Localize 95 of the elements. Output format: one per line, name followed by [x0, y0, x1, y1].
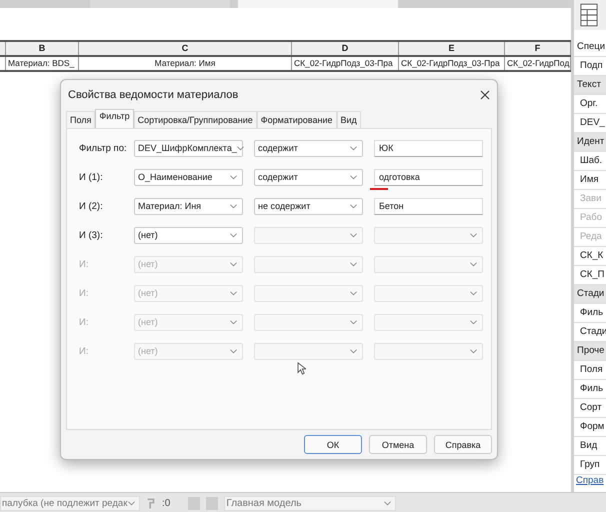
table-cell: СК_02-ГидрПодз_03-Пра [399, 57, 505, 70]
model-dropdown[interactable]: Главная модель [224, 496, 396, 510]
field-dropdown[interactable]: О_Наименование [134, 168, 243, 186]
condition-dropdown[interactable]: не содержит [254, 198, 363, 214]
field-dropdown[interactable]: Материал: Иня [134, 198, 243, 214]
condition-dropdown[interactable] [254, 314, 363, 330]
property-label: Шаб. [574, 152, 606, 171]
filter-label: И (3): [79, 230, 104, 240]
caret-icon [350, 290, 357, 296]
caret-icon [350, 174, 357, 180]
caret-icon [470, 262, 477, 266]
caret-icon [230, 204, 237, 208]
condition-dropdown[interactable] [254, 226, 363, 244]
caret-icon [230, 262, 237, 266]
help-link[interactable]: Справ [576, 475, 604, 486]
property-label: Филь [574, 380, 606, 399]
caret-icon [230, 320, 237, 324]
toolbar-icon[interactable] [188, 496, 200, 510]
caret-icon [470, 232, 477, 238]
dialog-title: Свойства ведомости материалов [68, 89, 238, 101]
table-cell: СК_02-ГидрПодз_03-Пра [292, 57, 399, 70]
caret-icon [230, 174, 237, 180]
table-cell: Материал: BDS_ [6, 57, 79, 70]
value-dropdown[interactable] [374, 226, 483, 244]
caret-icon [350, 204, 357, 208]
property-group[interactable]: Текст [574, 76, 606, 95]
caret-icon [230, 348, 237, 354]
property-group[interactable]: Проче [574, 342, 606, 361]
filter-label: Фильтр по: [79, 142, 128, 154]
caret-icon [384, 500, 392, 506]
property-label: Имя [574, 171, 606, 190]
caret-icon [236, 146, 244, 150]
caret-icon [470, 320, 477, 324]
mouse-cursor-icon [297, 362, 306, 375]
caret-icon [350, 320, 357, 324]
caret-icon [230, 232, 237, 238]
property-label: Груп [574, 456, 606, 475]
table-cell: Материал: Имя [79, 57, 292, 70]
tab[interactable]: Вид [336, 111, 361, 128]
type-selector[interactable]: Специ [574, 38, 606, 57]
dialog-button[interactable]: ОК [304, 435, 362, 454]
column-header[interactable]: B [6, 42, 79, 55]
condition-dropdown[interactable]: содержит [254, 140, 363, 156]
filter-label: И (1): [79, 172, 104, 182]
toolbar-icon[interactable] [206, 496, 218, 510]
caret-icon [350, 146, 357, 150]
table-icon [580, 3, 598, 27]
caret-icon [230, 290, 237, 296]
column-header[interactable]: C [79, 42, 292, 55]
condition-dropdown[interactable] [254, 256, 363, 272]
property-label: СК_К [574, 247, 606, 266]
document-tab[interactable] [238, 0, 398, 8]
property-label: Вид [574, 437, 606, 456]
condition-dropdown[interactable]: содержит [254, 168, 363, 186]
caret-icon [470, 348, 477, 354]
property-label: Орг. [574, 95, 606, 114]
filter-label: И: [79, 258, 90, 270]
close-icon[interactable] [480, 90, 490, 100]
filter-label: И: [79, 288, 90, 298]
property-label: Форм [574, 418, 606, 437]
condition-dropdown[interactable] [254, 284, 363, 302]
count-label: :0 [162, 498, 170, 508]
column-header[interactable]: E [399, 42, 505, 55]
caret-icon [350, 348, 357, 354]
value-field[interactable]: одготовка [374, 168, 483, 186]
condition-dropdown[interactable] [254, 342, 363, 360]
property-label: Сорт [574, 399, 606, 418]
property-label: Поля [574, 361, 606, 380]
tab[interactable]: Поля [66, 111, 96, 128]
tab[interactable]: Форматирование [256, 111, 336, 128]
filter-label: И: [79, 346, 90, 356]
property-group[interactable]: Стади [574, 285, 606, 304]
column-header[interactable]: D [292, 42, 399, 55]
filter-label: И: [79, 316, 90, 328]
property-label: Филь [574, 304, 606, 323]
value-field[interactable]: Бетон [374, 198, 483, 214]
filter-label: И (2): [79, 200, 104, 212]
caret-icon [470, 290, 477, 296]
property-label: Рабо [574, 209, 606, 228]
editable-icon[interactable] [146, 496, 156, 510]
caret-icon [350, 262, 357, 266]
dialog-button[interactable]: Справка [434, 435, 492, 454]
property-group[interactable]: Идент [574, 133, 606, 152]
caret-icon [350, 232, 357, 238]
property-label: Зави [574, 190, 606, 209]
field-dropdown[interactable]: DEV_ШифрКомплекта_ [134, 140, 243, 156]
tab[interactable]: Сортировка/Группирование [134, 111, 257, 128]
document-tab[interactable] [90, 0, 230, 8]
caret-icon [128, 500, 135, 506]
tab[interactable]: Фильтр [95, 109, 134, 128]
dialog-button[interactable]: Отмена [369, 435, 427, 454]
value-field[interactable]: ЮК [374, 140, 483, 156]
workset-dropdown[interactable]: палубка (не подлежит редак [0, 496, 140, 510]
property-label: Реда [574, 228, 606, 247]
field-dropdown[interactable]: (нет) [134, 226, 243, 244]
